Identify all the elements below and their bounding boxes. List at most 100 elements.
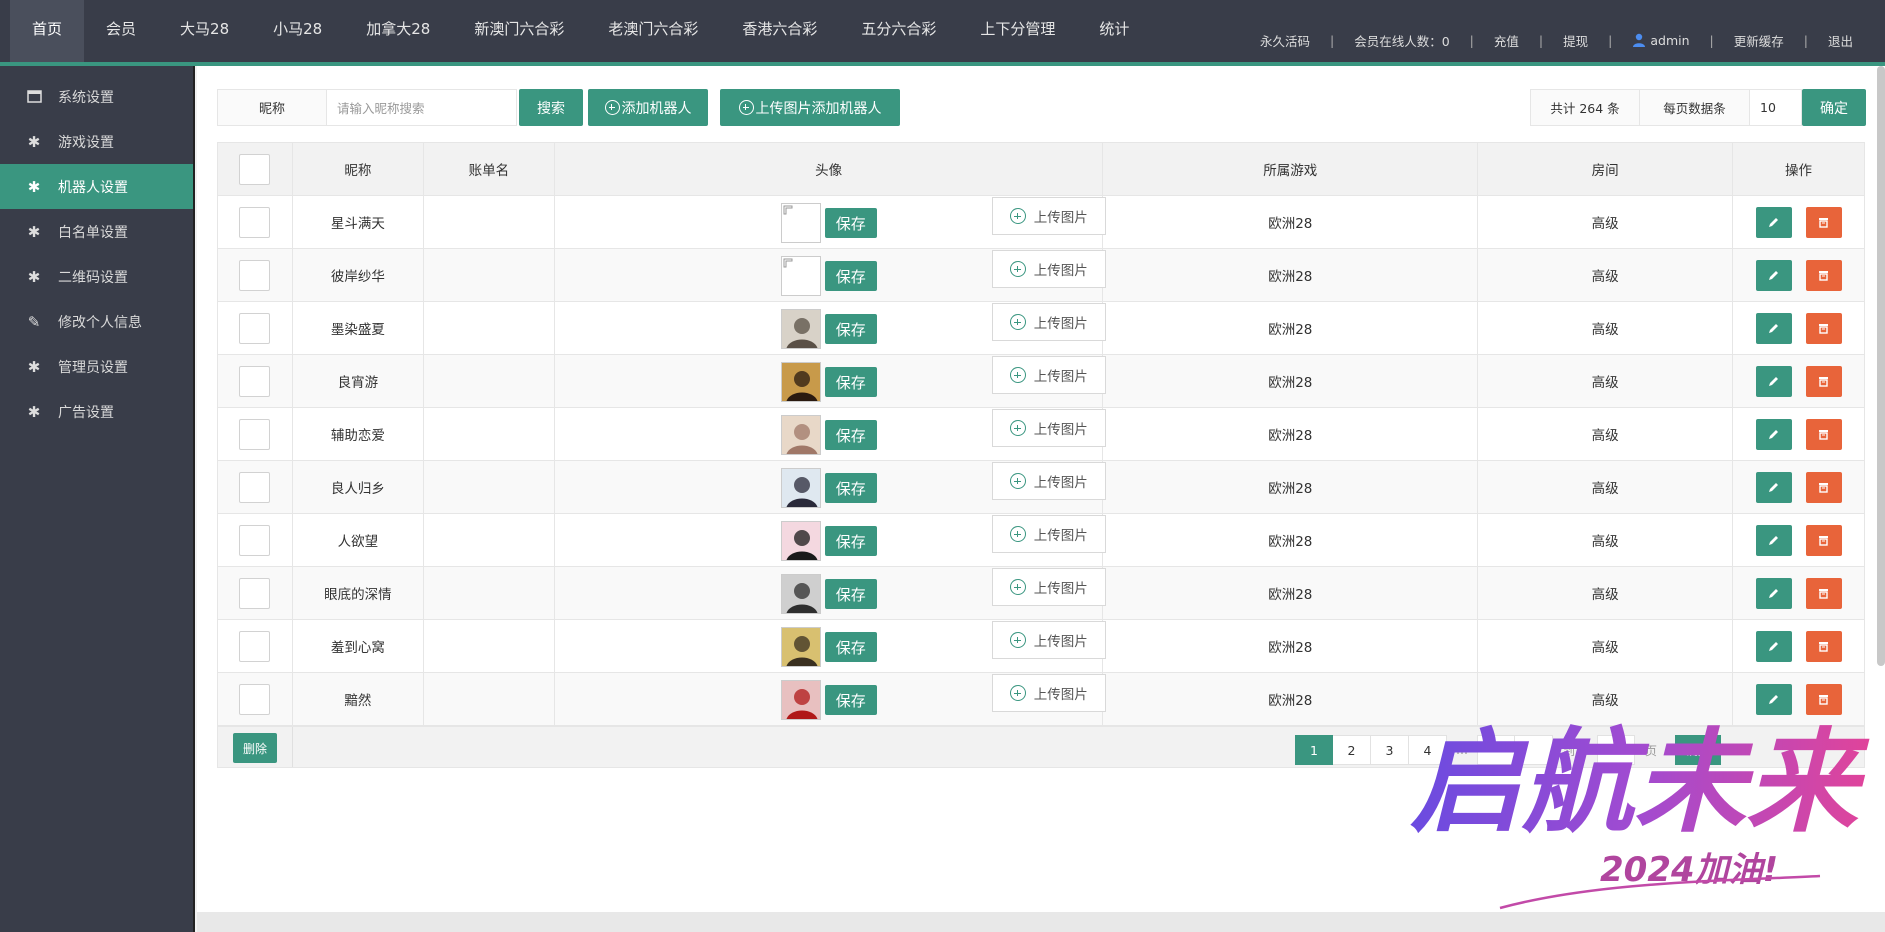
edit-button[interactable] xyxy=(1755,259,1792,291)
game-cell: 欧洲28 xyxy=(1102,354,1479,408)
page-size-input[interactable]: 10 xyxy=(1750,89,1802,126)
sidebar-item-label: 游戏设置 xyxy=(58,134,114,151)
row-checkbox[interactable] xyxy=(239,577,271,609)
sidebar-item-system-settings[interactable]: 系统设置 xyxy=(0,74,193,119)
edit-button[interactable] xyxy=(1755,365,1792,397)
edit-button[interactable] xyxy=(1755,524,1792,556)
nav-points-management[interactable]: 上下分管理 xyxy=(958,0,1077,62)
save-avatar-button[interactable]: 保存 xyxy=(824,526,877,556)
delete-button[interactable] xyxy=(1805,471,1842,503)
save-avatar-button[interactable]: 保存 xyxy=(824,208,877,238)
edit-button[interactable] xyxy=(1755,471,1792,503)
sidebar-item-admin-settings[interactable]: ✱ 管理员设置 xyxy=(0,344,193,389)
avatar xyxy=(780,574,821,614)
upload-image-button[interactable]: 上传图片 xyxy=(991,409,1106,447)
sidebar-item-qrcode-settings[interactable]: ✱ 二维码设置 xyxy=(0,254,193,299)
confirm-button[interactable]: 确定 xyxy=(1802,89,1866,126)
user-menu[interactable]: admin xyxy=(1632,33,1690,48)
edit-button[interactable] xyxy=(1755,577,1792,609)
save-avatar-button[interactable]: 保存 xyxy=(824,314,877,344)
refresh-cache-link[interactable]: 更新缓存 xyxy=(1734,31,1784,50)
bulk-delete-button[interactable]: 删除 xyxy=(233,733,277,763)
sidebar-item-robot-settings[interactable]: ✱ 机器人设置 xyxy=(0,164,193,209)
save-avatar-button[interactable]: 保存 xyxy=(824,685,877,715)
row-checkbox[interactable] xyxy=(239,259,271,291)
page-button[interactable]: 1 xyxy=(1295,735,1333,765)
save-avatar-button[interactable]: 保存 xyxy=(824,473,877,503)
plus-circle-icon xyxy=(1009,314,1026,330)
page-button[interactable]: 2 xyxy=(1333,735,1371,765)
nav-canada-28[interactable]: 加拿大28 xyxy=(344,0,452,62)
row-checkbox[interactable] xyxy=(239,312,271,344)
actions-cell xyxy=(1732,460,1865,514)
permanent-activation-link[interactable]: 永久活码 xyxy=(1260,31,1310,50)
select-all-checkbox[interactable] xyxy=(239,153,271,185)
save-avatar-button[interactable]: 保存 xyxy=(824,579,877,609)
upload-image-button[interactable]: 上传图片 xyxy=(991,515,1106,553)
logout-link[interactable]: 退出 xyxy=(1828,31,1853,50)
upload-add-robot-button[interactable]: 上传图片添加机器人 xyxy=(720,89,900,126)
row-checkbox[interactable] xyxy=(239,630,271,662)
sidebar-item-ad-settings[interactable]: ✱ 广告设置 xyxy=(0,389,193,434)
page-button[interactable]: 3 xyxy=(1371,735,1409,765)
delete-button[interactable] xyxy=(1805,683,1842,715)
edit-button[interactable] xyxy=(1755,630,1792,662)
upload-image-button[interactable]: 上传图片 xyxy=(991,568,1106,606)
withdraw-link[interactable]: 提现 xyxy=(1563,31,1588,50)
edit-button[interactable] xyxy=(1755,418,1792,450)
upload-image-button[interactable]: 上传图片 xyxy=(991,621,1106,659)
edit-button[interactable] xyxy=(1755,312,1792,344)
save-avatar-button[interactable]: 保存 xyxy=(824,420,877,450)
upload-image-button[interactable]: 上传图片 xyxy=(991,250,1106,288)
row-checkbox[interactable] xyxy=(239,683,271,715)
delete-button[interactable] xyxy=(1805,418,1842,450)
sidebar-item-edit-profile[interactable]: ✎ 修改个人信息 xyxy=(0,299,193,344)
main-scrollbar[interactable] xyxy=(1877,66,1885,666)
save-avatar-button[interactable]: 保存 xyxy=(824,367,877,397)
upload-image-button[interactable]: 上传图片 xyxy=(991,674,1106,712)
nav-members[interactable]: 会员 xyxy=(84,0,158,62)
nav-hongkong-lottery[interactable]: 香港六合彩 xyxy=(720,0,839,62)
nickname-search-input[interactable]: 请输入昵称搜索 xyxy=(327,89,517,126)
add-robot-button[interactable]: 添加机器人 xyxy=(588,89,708,126)
delete-button[interactable] xyxy=(1805,206,1842,238)
delete-button[interactable] xyxy=(1805,524,1842,556)
next-page-button[interactable] xyxy=(1515,735,1553,765)
row-checkbox[interactable] xyxy=(239,524,271,556)
recharge-link[interactable]: 充值 xyxy=(1494,31,1519,50)
upload-image-button[interactable]: 上传图片 xyxy=(991,356,1106,394)
sidebar-item-whitelist-settings[interactable]: ✱ 白名单设置 xyxy=(0,209,193,254)
online-members-count: 会员在线人数：0 xyxy=(1354,33,1450,49)
delete-button[interactable] xyxy=(1805,577,1842,609)
page-button[interactable]: 4 xyxy=(1409,735,1447,765)
goto-page-input[interactable] xyxy=(1597,735,1636,765)
search-button[interactable]: 搜索 xyxy=(519,89,583,126)
edit-button[interactable] xyxy=(1755,683,1792,715)
delete-button[interactable] xyxy=(1805,312,1842,344)
nav-small-horse-28[interactable]: 小马28 xyxy=(251,0,344,62)
row-checkbox[interactable] xyxy=(239,365,271,397)
last-page-button[interactable] xyxy=(1477,735,1515,765)
row-checkbox[interactable] xyxy=(239,418,271,450)
row-checkbox[interactable] xyxy=(239,206,271,238)
upload-image-button[interactable]: 上传图片 xyxy=(991,197,1106,235)
nav-home[interactable]: 首页 xyxy=(10,0,85,62)
delete-button[interactable] xyxy=(1805,365,1842,397)
goto-page-confirm-button[interactable]: 确定 xyxy=(1675,735,1722,765)
row-checkbox[interactable] xyxy=(239,471,271,503)
edit-button[interactable] xyxy=(1755,206,1792,238)
nav-new-macau-lottery[interactable]: 新澳门六合彩 xyxy=(452,0,586,62)
save-avatar-button[interactable]: 保存 xyxy=(824,261,877,291)
upload-image-button[interactable]: 上传图片 xyxy=(991,303,1106,341)
nav-statistics[interactable]: 统计 xyxy=(1077,0,1151,62)
nav-five-minute-lottery[interactable]: 五分六合彩 xyxy=(839,0,958,62)
sidebar-item-game-settings[interactable]: ✱ 游戏设置 xyxy=(0,119,193,164)
actions-cell xyxy=(1732,619,1865,673)
delete-button[interactable] xyxy=(1805,259,1842,291)
delete-button[interactable] xyxy=(1805,630,1842,662)
upload-image-button[interactable]: 上传图片 xyxy=(991,462,1106,500)
save-avatar-button[interactable]: 保存 xyxy=(824,632,877,662)
nav-big-horse-28[interactable]: 大马28 xyxy=(158,0,251,62)
upload-image-label: 上传图片 xyxy=(1033,581,1088,597)
nav-old-macau-lottery[interactable]: 老澳门六合彩 xyxy=(586,0,720,62)
